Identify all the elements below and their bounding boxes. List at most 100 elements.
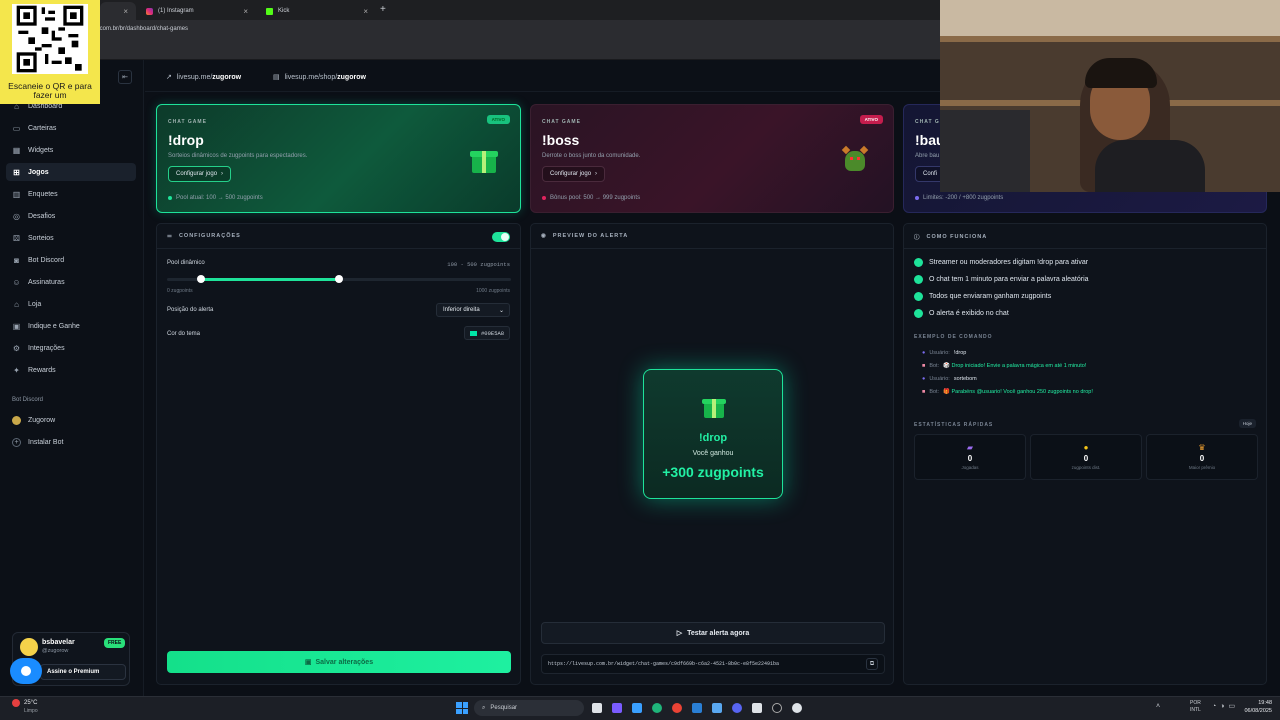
profile-link[interactable]: ↗ livesup.me/zugorow xyxy=(166,73,241,82)
sidebar-item-assinaturas[interactable]: ☺ Assinaturas xyxy=(6,273,136,291)
sidebar-item-sorteios[interactable]: ⚄ Sorteios xyxy=(6,229,136,247)
sidebar-item-desafios[interactable]: ◎ Desafios xyxy=(6,207,136,225)
edge-icon[interactable] xyxy=(652,703,662,713)
save-button[interactable]: ▣ Salvar alterações xyxy=(167,651,511,673)
qr-caption: Escaneie o QR e para fazer um xyxy=(8,81,92,100)
configure-game-button[interactable]: Configurar jogo › xyxy=(542,166,606,182)
card-description: Derrote o boss junto da comunidade. xyxy=(542,153,641,159)
example-line: ■ Bot: 🎁 Parabéns @usuario! Você ganhou 25… xyxy=(922,389,1093,395)
example-speaker: Usuário: xyxy=(929,376,950,382)
play-icon: ▷ xyxy=(676,630,683,637)
taskbar-apps xyxy=(592,702,822,714)
color-label: Cor do tema xyxy=(167,331,201,337)
avatar xyxy=(12,415,21,425)
app-icon[interactable] xyxy=(752,703,762,713)
gamepad-icon: ▰ xyxy=(966,443,974,452)
copy-icon[interactable]: ⧉ xyxy=(866,658,878,670)
pool-range: 100 - 500 zugpoints xyxy=(447,261,510,268)
widget-url-field[interactable]: https://livesup.com.br/widget/chat-games… xyxy=(541,654,885,674)
sidebar-item-loja[interactable]: ⌂ Loja xyxy=(6,295,136,313)
sidebar-item-zugorow[interactable]: Zugorow xyxy=(6,411,136,429)
sidebar-item-instalar-bot[interactable]: + Instalar Bot xyxy=(6,433,136,451)
sidebar-item-integracoes[interactable]: ⚙ Integrações xyxy=(6,339,136,357)
stats-period-badge[interactable]: Hoje xyxy=(1238,419,1256,428)
card-title: !boss xyxy=(542,132,580,148)
sidebar-item-carteiras[interactable]: ▭ Carteiras xyxy=(6,119,136,137)
status-badge: ATIVO xyxy=(859,115,883,124)
sidebar-item-indique[interactable]: ▣ Indique e Ganhe xyxy=(6,317,136,335)
test-alert-button[interactable]: ▷ Testar alerta agora xyxy=(541,622,885,644)
chat-bubble-button[interactable] xyxy=(10,658,42,684)
bot-icon: ■ xyxy=(922,389,926,395)
enable-toggle[interactable] xyxy=(492,232,510,242)
sidebar-item-label: Desafios xyxy=(28,212,56,220)
sidebar-item-label: Loja xyxy=(28,300,42,308)
collapse-sidebar-button[interactable]: ⇤ xyxy=(118,70,132,84)
pool-slider[interactable] xyxy=(167,275,511,283)
premium-button[interactable]: Assine o Premium xyxy=(40,664,126,680)
example-text: sortebom xyxy=(953,376,977,382)
boss-icon xyxy=(841,145,869,175)
file-explorer-icon[interactable] xyxy=(592,703,602,713)
steam-icon[interactable] xyxy=(772,703,782,713)
chrome-icon[interactable] xyxy=(672,703,682,713)
browser-tab-active[interactable]: × xyxy=(100,2,136,20)
game-card-boss[interactable]: CHAT GAME !boss Derrote o boss junto da … xyxy=(530,104,894,213)
users-icon: ☺ xyxy=(12,277,21,287)
slider-handle-max[interactable] xyxy=(335,275,343,283)
close-icon[interactable]: × xyxy=(243,7,248,16)
panel-title: CONFIGURAÇÕES xyxy=(178,233,241,239)
app-icon[interactable] xyxy=(712,703,722,713)
lang-primary: POR xyxy=(1190,700,1201,706)
chevron-right-icon: › xyxy=(221,171,224,177)
button-label: Configurar jogo xyxy=(550,171,592,177)
search-icon: ⌕ xyxy=(482,704,486,711)
app-icon[interactable] xyxy=(612,703,622,713)
clock[interactable]: 19:48 06/08/2025 xyxy=(1236,699,1272,715)
pool-label: Pool dinâmico xyxy=(167,260,205,266)
sidebar-item-label: Enquetes xyxy=(28,190,58,198)
example-speaker: Usuário: xyxy=(929,350,950,356)
sidebar-item-label: Instalar Bot xyxy=(28,438,64,446)
browser-tab-kick[interactable]: Kick × xyxy=(258,2,376,20)
close-icon[interactable]: × xyxy=(123,7,128,16)
sidebar-item-bot-discord[interactable]: ◙ Bot Discord xyxy=(6,251,136,269)
app-icon[interactable] xyxy=(632,703,642,713)
close-icon[interactable]: × xyxy=(363,7,368,16)
sidebar-item-widgets[interactable]: ▦ Widgets xyxy=(6,141,136,159)
color-picker[interactable]: #00E5A8 xyxy=(464,326,510,340)
plug-icon: ⚙ xyxy=(12,343,21,353)
sidebar-item-rewards[interactable]: ✦ Rewards xyxy=(6,361,136,379)
preview-panel: ◉ PREVIEW DO ALERTA !drop Você ganhou +30… xyxy=(530,223,894,685)
card-description: Sorteios dinâmicos de zugpoints para esp… xyxy=(168,153,308,159)
sidebar-item-label: Bot Discord xyxy=(28,256,65,264)
divider xyxy=(531,248,893,249)
card-title: !drop xyxy=(168,132,204,148)
new-tab-button[interactable]: + xyxy=(380,4,386,15)
slider-max-label: 1000 zugpoints xyxy=(476,288,510,294)
slider-handle-min[interactable] xyxy=(197,275,206,283)
discord-icon[interactable] xyxy=(732,703,742,713)
step-text: Todos que enviaram ganham zugpoints xyxy=(929,293,1052,300)
status-dot xyxy=(168,196,172,200)
weather-temp[interactable]: 25°C xyxy=(24,700,37,706)
slider-fill xyxy=(201,278,339,281)
position-select[interactable]: Inferior direita ⌄ xyxy=(436,303,510,317)
language-indicator[interactable]: POR INTL xyxy=(1190,700,1201,714)
sidebar-item-jogos[interactable]: ⊞ Jogos xyxy=(6,163,136,181)
panel-title: COMO FUNCIONA xyxy=(926,234,988,240)
chevron-up-icon[interactable]: ˄ xyxy=(1156,703,1160,710)
shop-link[interactable]: ▤ livesup.me/shop/zugorow xyxy=(273,73,366,82)
browser-tab-instagram[interactable]: (1) Instagram × xyxy=(138,2,256,20)
sidebar-item-enquetes[interactable]: ▥ Enquetes xyxy=(6,185,136,203)
obs-icon[interactable] xyxy=(792,703,802,713)
example-text: !drop xyxy=(953,350,967,356)
search-box[interactable]: ⌕ Pesquisar xyxy=(474,700,584,716)
grid-icon: ▦ xyxy=(12,145,21,155)
windows-start-icon[interactable] xyxy=(456,702,468,714)
game-card-drop[interactable]: CHAT GAME !drop Sorteios dinâmicos de zu… xyxy=(156,104,521,213)
app-icon[interactable] xyxy=(692,703,702,713)
configure-game-button[interactable]: Configurar jogo › xyxy=(168,166,232,182)
button-label: Configurar jogo xyxy=(176,171,218,177)
url-text[interactable]: .com.br/br/dashboard/chat-games xyxy=(98,26,188,32)
